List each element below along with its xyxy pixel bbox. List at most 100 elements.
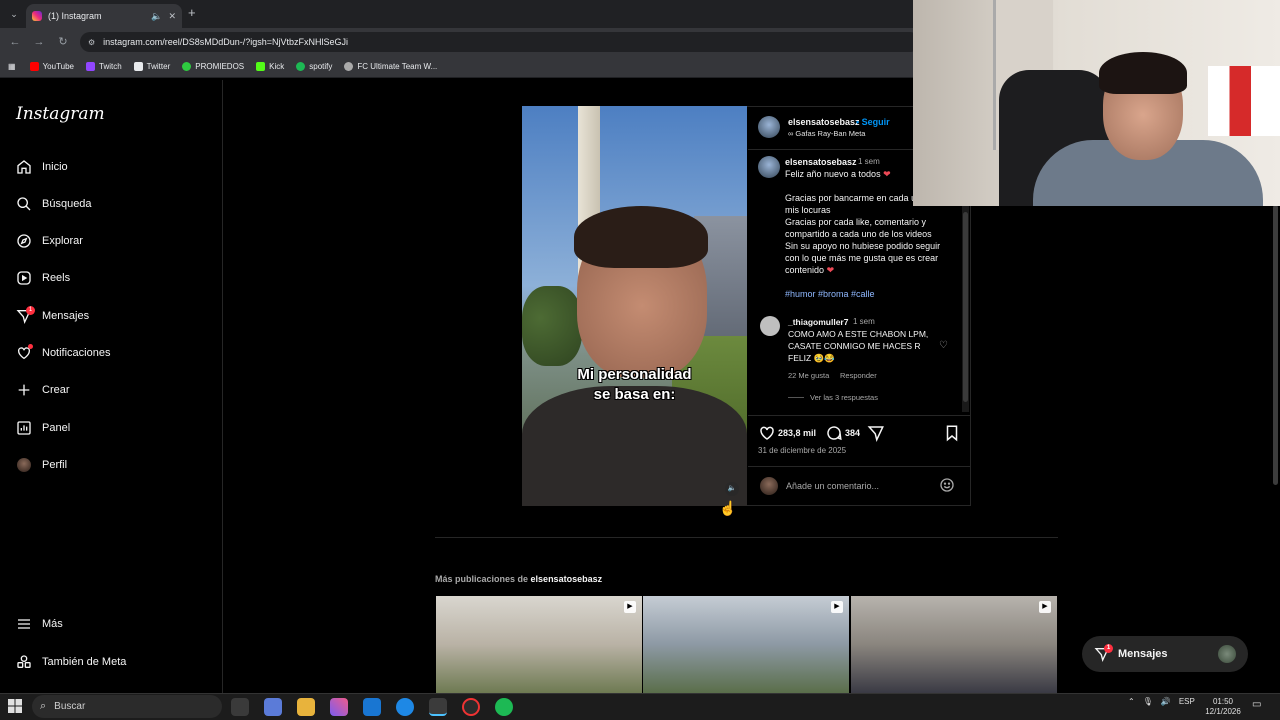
language-indicator[interactable]: ESP <box>1179 697 1195 706</box>
instagram-favicon-icon <box>32 11 42 21</box>
bookmark-youtube[interactable]: YouTube <box>29 62 74 71</box>
page-scrollbar-thumb[interactable] <box>1273 205 1278 485</box>
sidebar-item-mas[interactable]: Más <box>16 612 206 636</box>
comment-username[interactable]: _thiagomuller7 <box>788 317 848 327</box>
sidebar-item-inicio[interactable]: Inicio <box>16 155 206 179</box>
comment-input[interactable] <box>786 478 931 494</box>
back-icon[interactable]: ← <box>8 34 22 50</box>
sidebar-item-label: Mensajes <box>42 310 90 322</box>
caption-line: Gracias por cada like, comentario y <box>785 217 927 227</box>
file-explorer-icon[interactable] <box>297 698 315 716</box>
caption-author-avatar[interactable] <box>758 156 780 178</box>
comment-reply-button[interactable]: Responder <box>840 371 877 380</box>
new-tab-button[interactable]: + <box>188 5 202 21</box>
sidebar-item-notificaciones[interactable]: Notificaciones <box>16 341 206 365</box>
meta-apps-icon <box>16 654 32 670</box>
address-bar[interactable]: ⚙ instagram.com/reel/DS8sMDdDun-/?igsh=N… <box>80 32 920 52</box>
plus-icon <box>16 382 32 398</box>
emoji-icon[interactable] <box>939 477 955 493</box>
sidebar-item-label: Explorar <box>42 235 83 247</box>
sidebar-item-reels[interactable]: Reels <box>16 266 206 290</box>
like-icon[interactable] <box>758 424 776 442</box>
sidebar-item-label: Panel <box>42 422 71 434</box>
more-post-thumbnail[interactable]: ▶ <box>436 596 642 693</box>
site-info-icon[interactable]: ⚙ <box>88 38 95 47</box>
taskbar-search[interactable]: ⌕ Buscar <box>32 695 222 718</box>
tray-chevron-icon[interactable]: ⌃ <box>1128 697 1135 706</box>
sidebar-item-tambien-de-meta[interactable]: También de Meta <box>16 650 206 674</box>
more-post-thumbnail[interactable]: ▶ <box>851 596 1057 693</box>
copilot-icon[interactable] <box>330 698 348 716</box>
notification-center-icon[interactable]: ▭ <box>1252 699 1266 713</box>
obs-icon[interactable] <box>462 698 480 716</box>
caption-hashtags[interactable]: #humor #broma #calle <box>785 289 875 299</box>
bookmark-promiedos[interactable]: PROMIEDOS <box>182 62 244 71</box>
messages-floating-button[interactable]: 1 Mensajes <box>1082 636 1248 672</box>
comment-avatar[interactable] <box>760 316 780 336</box>
more-post-thumbnail[interactable]: ▶ <box>643 596 849 693</box>
reel-video[interactable]: Mi personalidad se basa en: 🔈 <box>522 106 747 506</box>
bookmark-spotify[interactable]: spotify <box>296 62 332 71</box>
author-username[interactable]: elsensatosebasz <box>788 117 860 127</box>
edge-icon[interactable] <box>396 698 414 716</box>
sidebar-item-label: Crear <box>42 384 70 396</box>
share-icon[interactable] <box>867 424 885 442</box>
comment-like-icon[interactable]: ♡ <box>939 340 948 351</box>
clock-time[interactable]: 01:50 <box>1206 697 1240 706</box>
comment-icon[interactable] <box>825 424 843 442</box>
sidebar-item-perfil[interactable]: Perfil <box>16 453 206 477</box>
browser-tab-instagram[interactable]: (1) Instagram 🔈 ✕ <box>26 4 182 28</box>
windows-start-icon[interactable] <box>8 699 22 713</box>
caption-username[interactable]: elsensatosebasz <box>785 157 857 167</box>
author-avatar[interactable] <box>758 116 780 138</box>
search-icon: ⌕ <box>40 700 47 712</box>
sidebar-item-mensajes[interactable]: 1 Mensajes <box>16 304 206 328</box>
youtube-icon <box>29 62 39 71</box>
video-person-hair <box>574 206 708 268</box>
task-view-icon[interactable] <box>231 698 249 716</box>
tab-audio-icon[interactable]: 🔈 <box>151 11 162 22</box>
reel-play-icon: ▶ <box>1039 601 1051 613</box>
view-replies-button[interactable]: Ver las 3 respuestas <box>810 393 878 402</box>
microphone-icon[interactable]: 🎙 <box>1143 697 1153 706</box>
caption-line: Feliz año nuevo a todos ❤ <box>785 169 891 179</box>
tab-close-icon[interactable]: ✕ <box>168 11 176 22</box>
more-posts-username[interactable]: elsensatosebasz <box>531 574 603 584</box>
reel-play-icon: ▶ <box>831 601 843 613</box>
comment-text-line: CASATE CONMIGO ME HACES R <box>788 341 921 351</box>
ea-icon <box>344 62 354 71</box>
video-trees <box>522 286 582 366</box>
like-count[interactable]: 283,8 mil <box>778 428 816 438</box>
tab-search-chevron-icon[interactable]: ⌄ <box>6 6 22 22</box>
bookmark-twitter[interactable]: Twitter <box>133 62 170 71</box>
author-subtitle[interactable]: ∞ Gafas Ray-Ban Meta <box>788 129 865 138</box>
bookmark-fc-ultimate-team[interactable]: FC Ultimate Team W... <box>344 62 437 71</box>
store-icon[interactable] <box>264 698 282 716</box>
instagram-logo[interactable]: Instagram <box>16 104 105 124</box>
volume-icon[interactable]: 🔈 <box>725 482 739 496</box>
forward-icon[interactable]: → <box>32 34 46 50</box>
outlook-icon[interactable] <box>363 698 381 716</box>
messenger-icon: 1 <box>16 306 35 324</box>
sidebar-item-busqueda[interactable]: Búsqueda <box>16 192 206 216</box>
reload-icon[interactable]: ↻ <box>56 34 70 50</box>
bookmark-kick[interactable]: Kick <box>256 62 284 71</box>
sidebar-item-panel[interactable]: Panel <box>16 416 206 440</box>
comment-count[interactable]: 384 <box>845 428 860 438</box>
apps-grid-icon[interactable]: ▦ <box>8 62 16 71</box>
sidebar-item-explorar[interactable]: Explorar <box>16 229 206 253</box>
spotify-taskbar-icon[interactable] <box>495 698 513 716</box>
sidebar-item-crear[interactable]: Crear <box>16 378 206 402</box>
webcam-overlay <box>913 0 1280 206</box>
chrome-icon[interactable] <box>429 698 447 716</box>
speaker-icon[interactable]: 🔊 <box>1161 697 1171 706</box>
follow-button[interactable]: • Seguir <box>856 117 890 127</box>
comments-scrollbar-thumb[interactable] <box>963 212 968 402</box>
reels-icon <box>16 270 32 286</box>
clock-date[interactable]: 12/1/2026 <box>1202 707 1244 716</box>
reel-play-icon: ▶ <box>624 601 636 613</box>
menu-icon <box>16 616 32 632</box>
bookmark-icon[interactable] <box>943 424 961 442</box>
bookmark-twitch[interactable]: Twitch <box>86 62 122 71</box>
comment-like-count[interactable]: 22 Me gusta <box>788 371 829 380</box>
